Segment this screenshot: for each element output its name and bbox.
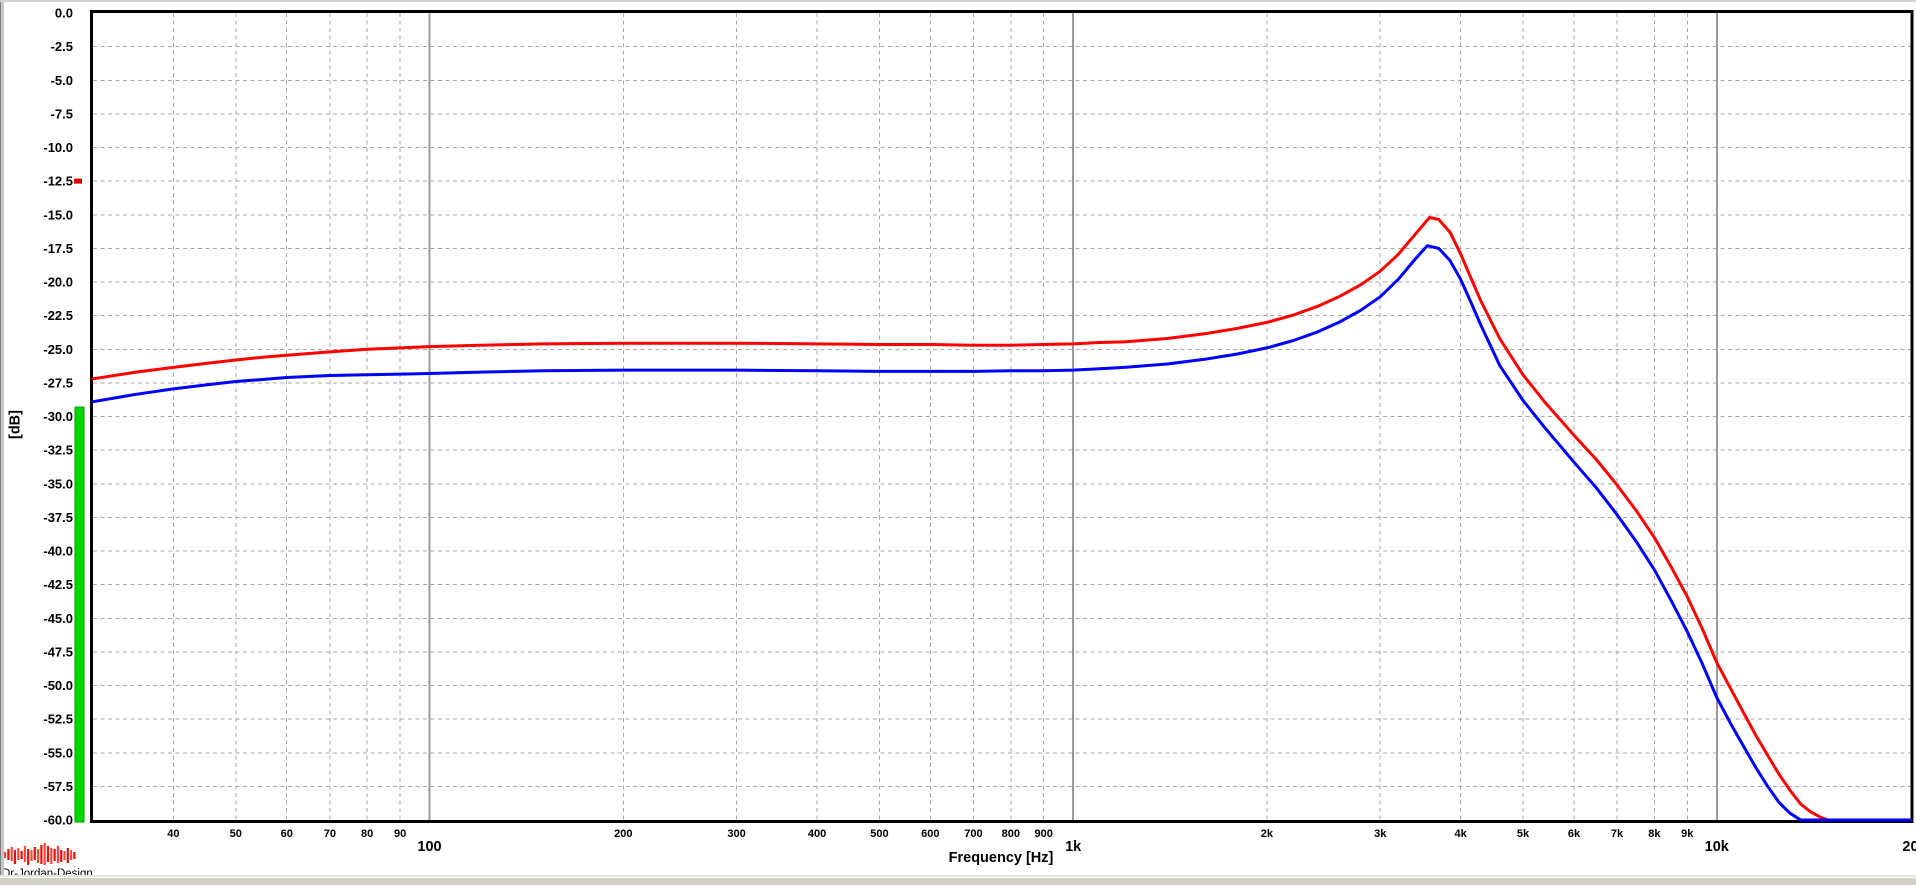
y-tick-label: -57.5: [43, 779, 73, 794]
y-tick-label: -32.5: [43, 443, 73, 458]
logo-waveform-bar: [17, 848, 19, 860]
y-tick-label: -52.5: [43, 712, 73, 727]
logo-waveform-bar: [27, 849, 29, 865]
y-tick-label: -12.5: [43, 174, 73, 189]
x-minor-tick-label: 6k: [1568, 828, 1581, 840]
dr-jordan-design-logo: Dr-Jordan-Design: [2, 842, 92, 873]
logo-waveform-bar: [4, 852, 6, 858]
logo-waveform-bar: [70, 850, 72, 860]
x-minor-tick-label: 400: [808, 828, 826, 840]
y-tick-label: -20.0: [43, 275, 73, 290]
logo-waveform-bar: [7, 849, 9, 860]
y-tick-label: -55.0: [43, 745, 73, 760]
x-major-tick-label: 20: [1902, 839, 1916, 855]
x-minor-tick-label: 90: [394, 828, 406, 840]
logo-waveform-bar: [40, 845, 42, 864]
logo-waveform-bar: [37, 849, 39, 863]
x-minor-tick-label: 500: [870, 828, 888, 840]
logo-waveform-bar: [50, 848, 52, 864]
logo-waveform-bar: [57, 846, 59, 863]
peak-hold-marker: [74, 179, 82, 184]
x-minor-tick-label: 2k: [1261, 828, 1274, 840]
x-minor-tick-label: 70: [324, 828, 336, 840]
x-minor-tick-label: 5k: [1517, 828, 1530, 840]
y-tick-label: -25.0: [43, 342, 73, 357]
y-tick-label: -2.5: [51, 39, 73, 54]
x-minor-tick-label: 40: [167, 828, 179, 840]
y-tick-label: -42.5: [43, 577, 73, 592]
x-minor-tick-label: 800: [1002, 828, 1020, 840]
y-tick-label: -50.0: [43, 678, 73, 693]
logo-waveform-bar: [44, 843, 46, 865]
x-major-tick-label: 100: [417, 839, 441, 855]
x-minor-tick-label: 8k: [1648, 828, 1661, 840]
y-tick-label: -60.0: [43, 813, 73, 828]
x-axis-title: Frequency [Hz]: [901, 850, 1101, 866]
window-top-border: [0, 0, 1916, 2]
y-tick-label: -45.0: [43, 611, 73, 626]
level-meter-bar: [75, 407, 84, 822]
x-minor-tick-label: 700: [964, 828, 982, 840]
x-minor-tick-label: 4k: [1455, 828, 1468, 840]
y-tick-label: -17.5: [43, 241, 73, 256]
logo-waveform-bar: [24, 846, 26, 862]
logo-waveform-icon: [2, 842, 80, 868]
y-tick-label: -37.5: [43, 510, 73, 525]
logo-waveform-bar: [73, 852, 75, 859]
window-left-border: [0, 0, 4, 884]
y-tick-label: -30.0: [43, 409, 73, 424]
x-minor-tick-label: 600: [921, 828, 939, 840]
x-minor-tick-label: 9k: [1681, 828, 1694, 840]
measurement-app-window: { "window": { "brand": "Dr-Jordan-Design…: [0, 0, 1916, 884]
logo-waveform-bar: [67, 848, 69, 863]
y-axis-title: [dB]: [8, 385, 25, 465]
y-tick-label: -7.5: [51, 106, 73, 121]
y-tick-label: 0.0: [55, 6, 73, 21]
x-minor-tick-label: 50: [230, 828, 242, 840]
logo-waveform-bar: [54, 849, 56, 861]
y-tick-label: -5.0: [51, 73, 73, 88]
logo-waveform-bar: [14, 850, 16, 864]
x-minor-tick-label: 900: [1035, 828, 1053, 840]
logo-waveform-bar: [21, 851, 23, 859]
x-major-tick-label: 10k: [1705, 839, 1730, 855]
x-minor-tick-label: 7k: [1611, 828, 1624, 840]
y-tick-label: -47.5: [43, 644, 73, 659]
x-minor-tick-label: 60: [281, 828, 293, 840]
y-tick-label: -15.0: [43, 207, 73, 222]
x-minor-tick-label: 200: [614, 828, 632, 840]
logo-waveform-bar: [34, 847, 36, 860]
logo-waveform-bar: [60, 850, 62, 862]
logo-waveform-bar: [47, 846, 49, 862]
logo-waveform-bar: [30, 850, 32, 861]
x-minor-tick-label: 80: [361, 828, 373, 840]
y-tick-label: -35.0: [43, 476, 73, 491]
y-tick-label: -27.5: [43, 375, 73, 390]
logo-waveform-bar: [11, 847, 13, 861]
frequency-response-chart: 0.0 -2.5 -5.0 -7.5 -10.0 -12.5 -15.0 -17.5 -20.0…: [0, 0, 1916, 884]
logo-waveform-bar: [63, 851, 65, 860]
y-tick-label: -22.5: [43, 308, 73, 323]
x-minor-tick-label: 300: [727, 828, 745, 840]
y-tick-label: -40.0: [43, 544, 73, 559]
x-minor-tick-label: 3k: [1374, 828, 1387, 840]
y-tick-label: -10.0: [43, 140, 73, 155]
